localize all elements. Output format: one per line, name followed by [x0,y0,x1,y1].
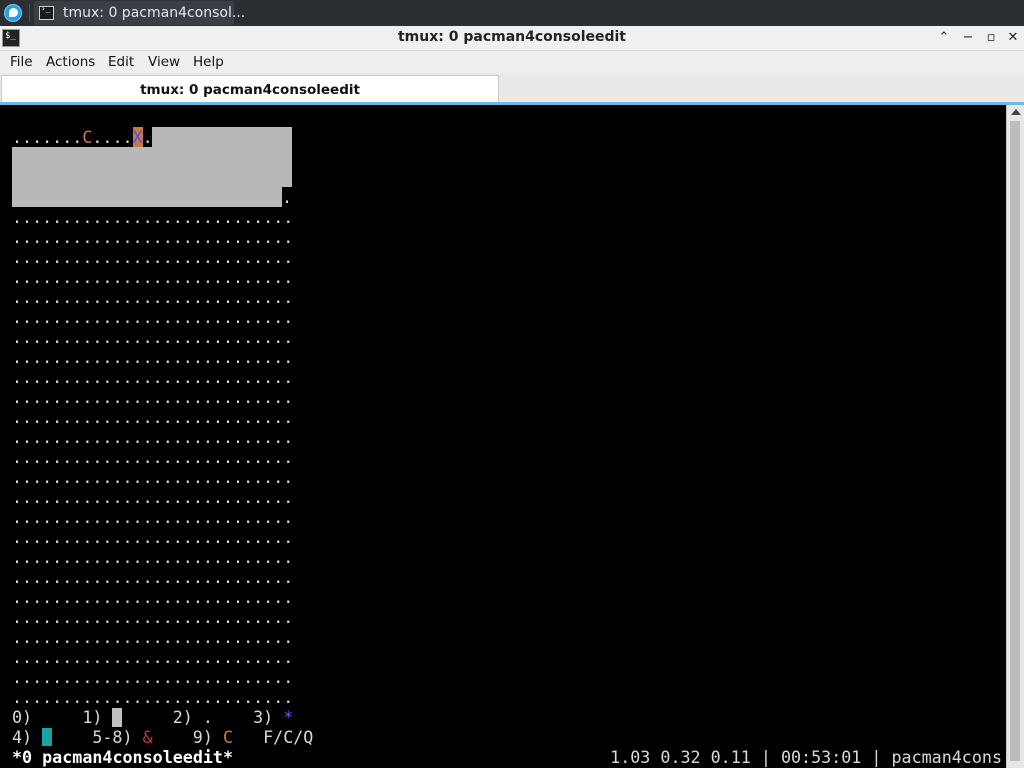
maze-dot-row: ............................ [12,407,294,427]
close-button[interactable]: ✕ [1004,29,1022,47]
game-row-tail: . [282,187,293,207]
maze-dot-row: ............................ [12,507,294,527]
maze-dot-row: ............................ [12,527,294,547]
selection-block [12,147,292,187]
tab-bar: tmux: 0 pacman4consoleedit [0,73,1024,105]
maze-dot-row: ............................ [12,367,294,387]
maximize-button[interactable]: ▫ [982,29,1000,47]
maze-dot-row: ............................ [12,667,294,687]
menu-file[interactable]: File [10,54,33,70]
tmux-window-list[interactable]: *0 pacman4consoleedit* [12,747,233,767]
wall-swatch [112,708,123,727]
maze-dot-row: ............................ [12,607,294,627]
scroll-up-icon[interactable] [1011,109,1021,115]
menu-edit[interactable]: Edit [108,54,134,70]
tab-label: tmux: 0 pacman4consoleedit [140,82,360,98]
keep-above-button[interactable]: ⌃ [935,29,953,47]
maze-dot-row: ............................ [12,427,294,447]
pacman-glyph: C [222,727,233,747]
maze-dot-row: ............................ [12,647,294,667]
maze-dot-row: ............................ [12,627,294,647]
maze-dot-row: ............................ [12,307,294,327]
legend-line-2: 4) 5-8) & 9) C F/C/Q [12,727,314,747]
window-titlebar[interactable]: tmux: 0 pacman4consoleedit ⌃ − ▫ ✕ [0,26,1024,51]
selection-block [12,187,282,207]
scrollbar-thumb[interactable] [1010,121,1020,761]
door-swatch [42,728,53,747]
taskbar: tmux: 0 pacman4consol... [0,0,1024,26]
maze-dot-row: ............................ [12,487,294,507]
window-title: tmux: 0 pacman4consoleedit [397,29,626,45]
maze-dot-row: ............................ [12,447,294,467]
ghost-glyph: C [82,127,93,147]
maze-dot-row: ............................ [12,207,294,227]
maze-dot-row: ............................ [12,267,294,287]
menubar: File Actions Edit View Help [0,51,1024,73]
tmux-status-bar: *0 pacman4consoleedit* 1.03 0.32 0.11 | … [0,746,1006,768]
power-pellet-glyph: * [283,707,294,727]
maze-dot-row: ............................ [12,467,294,487]
maze-dot-row: ............................ [12,547,294,567]
tmux-status-right: 1.03 0.32 0.11 | 00:53:01 | pacman4cons [610,747,1002,767]
tab-tmux[interactable]: tmux: 0 pacman4consoleedit [1,75,499,105]
maze-dot-row: ............................ [12,327,294,347]
maze-dot-row: ............................ [12,227,294,247]
player-cursor: X [132,127,143,147]
maze-dot-row: ............................ [12,687,294,707]
terminal-icon [39,4,54,20]
game-row-top: .......C....X. [12,127,153,147]
legend-line-1: 0) 1) 2) . 3) * [12,707,294,727]
taskbar-separator [29,4,30,22]
menu-actions[interactable]: Actions [46,54,95,70]
minimize-button[interactable]: − [959,29,977,47]
maze-dot-row: ............................ [12,567,294,587]
maze-dot-row: ............................ [12,287,294,307]
maze-dot-row: ............................ [12,247,294,267]
menu-help[interactable]: Help [193,54,224,70]
menu-view[interactable]: View [148,54,180,70]
maze-dot-row: ............................ [12,387,294,407]
app-menu-icon[interactable] [4,4,22,22]
selection-block [152,127,292,147]
taskbar-task-terminal[interactable]: tmux: 0 pacman4consol... [34,1,245,25]
taskbar-task-title: tmux: 0 pacman4consol... [63,5,246,21]
maze-dot-row: ............................ [12,347,294,367]
ghost-spawn-glyph: & [142,727,153,747]
scrollbar[interactable] [1006,105,1024,768]
maze-dot-row: ............................ [12,587,294,607]
